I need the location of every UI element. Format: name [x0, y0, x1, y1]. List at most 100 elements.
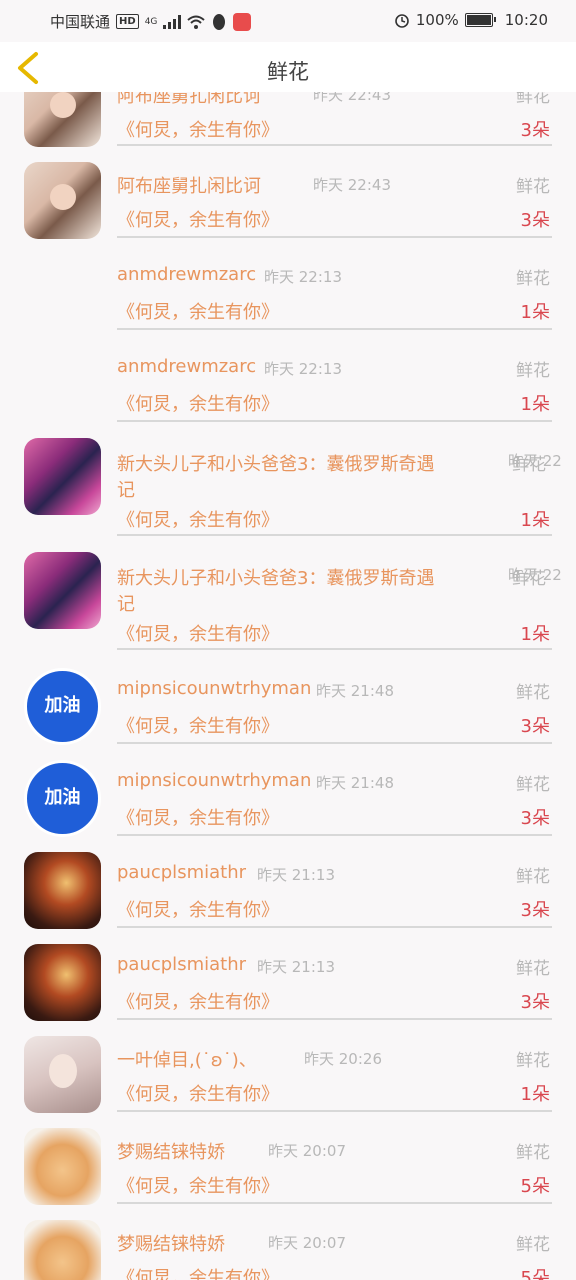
gift-time: 昨天 22:43	[313, 176, 391, 194]
list-item[interactable]: 新大头儿子和小头爸爸3：囊俄罗斯奇遇 鲜花 昨天 22 记 《何炅，余生有你》 …	[0, 552, 576, 652]
list-item[interactable]: 加油 mipnsicounwtrhyman 昨天 21:48 鲜花 《何炅，余生…	[0, 760, 576, 840]
gift-time: 昨天 20:26	[304, 1050, 382, 1068]
user-name-continued[interactable]: 记	[117, 590, 135, 616]
divider	[117, 926, 552, 928]
user-name[interactable]: 阿布座舅扎闲比诃	[117, 172, 261, 198]
gift-type: 鲜花	[516, 361, 550, 381]
user-avatar[interactable]	[24, 438, 101, 515]
movie-title[interactable]: 《何炅，余生有你》	[117, 896, 279, 922]
gift-count: 3朵	[520, 120, 550, 141]
gift-type: 鲜花	[516, 775, 550, 795]
divider	[117, 236, 552, 238]
gift-type: 鲜花	[516, 269, 550, 289]
nav-header: 鲜花	[0, 42, 576, 92]
user-name[interactable]: 梦赐结铼特娇	[117, 1230, 225, 1256]
movie-title[interactable]: 《何炅，余生有你》	[117, 116, 279, 142]
divider	[117, 834, 552, 836]
gift-count: 1朵	[520, 302, 550, 323]
divider	[117, 328, 552, 330]
gift-count: 1朵	[520, 1084, 550, 1105]
user-name[interactable]: paucplsmiathr	[117, 862, 246, 883]
gift-time: 昨天 21:48	[316, 682, 394, 700]
gift-time: 昨天 22	[508, 452, 562, 470]
movie-title[interactable]: 《何炅，余生有你》	[117, 206, 279, 232]
user-avatar[interactable]	[24, 162, 101, 239]
list-item[interactable]: 一叶倬目,(˙ʚ˙)、 昨天 20:26 鲜花 《何炅，余生有你》 1朵	[0, 1036, 576, 1116]
user-name[interactable]: mipnsicounwtrhyman	[117, 770, 311, 791]
movie-title[interactable]: 《何炅，余生有你》	[117, 988, 279, 1014]
gift-time: 昨天 21:13	[257, 958, 335, 976]
gift-type: 鲜花	[516, 867, 550, 887]
gift-type: 鲜花	[516, 177, 550, 197]
gift-count: 3朵	[520, 992, 550, 1013]
movie-title[interactable]: 《何炅，余生有你》	[117, 390, 279, 416]
divider	[117, 648, 552, 650]
gift-type: 鲜花	[516, 1235, 550, 1255]
divider	[117, 742, 552, 744]
movie-title[interactable]: 《何炅，余生有你》	[117, 506, 279, 532]
gift-count: 3朵	[520, 808, 550, 829]
user-avatar[interactable]: 加油	[24, 760, 101, 837]
gift-time: 昨天 22:13	[264, 360, 342, 378]
movie-title[interactable]: 《何炅，余生有你》	[117, 712, 279, 738]
list-item[interactable]: paucplsmiathr 昨天 21:13 鲜花 《何炅，余生有你》 3朵	[0, 944, 576, 1024]
divider	[117, 1202, 552, 1204]
user-name[interactable]: 新大头儿子和小头爸爸3：囊俄罗斯奇遇	[117, 564, 434, 590]
gift-count: 5朵	[520, 1268, 550, 1280]
avatar-text: 加油	[44, 787, 81, 808]
user-name-continued[interactable]: 记	[117, 476, 135, 502]
gift-time: 昨天 22	[508, 566, 562, 584]
user-avatar[interactable]	[24, 552, 101, 629]
divider	[117, 420, 552, 422]
user-name[interactable]: paucplsmiathr	[117, 954, 246, 975]
gift-count: 5朵	[520, 1176, 550, 1197]
gift-count: 3朵	[520, 900, 550, 921]
divider	[117, 1110, 552, 1112]
divider	[117, 534, 552, 536]
gift-count: 1朵	[520, 394, 550, 415]
gift-time: 昨天 20:07	[268, 1142, 346, 1160]
movie-title[interactable]: 《何炅，余生有你》	[117, 804, 279, 830]
gift-time: 昨天 20:07	[268, 1234, 346, 1252]
gift-type: 鲜花	[516, 1051, 550, 1071]
user-avatar[interactable]	[24, 1128, 101, 1205]
user-name[interactable]: 梦赐结铼特娇	[117, 1138, 225, 1164]
list-item[interactable]: anmdrewmzarc 昨天 22:13 鲜花 《何炅，余生有你》 1朵	[0, 254, 576, 334]
movie-title[interactable]: 《何炅，余生有你》	[117, 298, 279, 324]
movie-title[interactable]: 《何炅，余生有你》	[117, 1264, 279, 1280]
movie-title[interactable]: 《何炅，余生有你》	[117, 1080, 279, 1106]
list-item[interactable]: 加油 mipnsicounwtrhyman 昨天 21:48 鲜花 《何炅，余生…	[0, 668, 576, 748]
user-avatar[interactable]	[24, 1220, 101, 1280]
gift-type: 鲜花	[516, 683, 550, 703]
user-name[interactable]: anmdrewmzarc	[117, 356, 256, 377]
flower-gift-list: 阿布座舅扎闲比诃 昨天 22:43 鲜花 《何炅，余生有你》 3朵 阿布座舅扎闲…	[0, 0, 576, 1280]
gift-count: 3朵	[520, 210, 550, 231]
list-item[interactable]: paucplsmiathr 昨天 21:13 鲜花 《何炅，余生有你》 3朵	[0, 852, 576, 932]
list-item[interactable]: anmdrewmzarc 昨天 22:13 鲜花 《何炅，余生有你》 1朵	[0, 346, 576, 426]
list-item[interactable]: 梦赐结铼特娇 昨天 20:07 鲜花 《何炅，余生有你》 5朵	[0, 1220, 576, 1280]
gift-time: 昨天 21:13	[257, 866, 335, 884]
movie-title[interactable]: 《何炅，余生有你》	[117, 1172, 279, 1198]
list-item[interactable]: 梦赐结铼特娇 昨天 20:07 鲜花 《何炅，余生有你》 5朵	[0, 1128, 576, 1208]
user-name[interactable]: 一叶倬目,(˙ʚ˙)、	[117, 1046, 257, 1072]
user-avatar[interactable]	[24, 1036, 101, 1113]
user-avatar[interactable]	[24, 944, 101, 1021]
gift-count: 3朵	[520, 716, 550, 737]
user-name[interactable]: mipnsicounwtrhyman	[117, 678, 311, 699]
user-avatar[interactable]	[24, 852, 101, 929]
user-name[interactable]: 新大头儿子和小头爸爸3：囊俄罗斯奇遇	[117, 450, 434, 476]
divider	[117, 144, 552, 146]
list-item[interactable]: 阿布座舅扎闲比诃 昨天 22:43 鲜花 《何炅，余生有你》 3朵	[0, 162, 576, 242]
list-item[interactable]: 新大头儿子和小头爸爸3：囊俄罗斯奇遇 鲜花 昨天 22 记 《何炅，余生有你》 …	[0, 438, 576, 538]
gift-count: 1朵	[520, 510, 550, 531]
gift-type: 鲜花	[516, 959, 550, 979]
divider	[117, 1018, 552, 1020]
page-title: 鲜花	[267, 60, 309, 84]
movie-title[interactable]: 《何炅，余生有你》	[117, 620, 279, 646]
gift-type: 鲜花	[516, 1143, 550, 1163]
user-name[interactable]: anmdrewmzarc	[117, 264, 256, 285]
gift-time: 昨天 21:48	[316, 774, 394, 792]
user-avatar[interactable]: 加油	[24, 668, 101, 745]
gift-time: 昨天 22:13	[264, 268, 342, 286]
gift-count: 1朵	[520, 624, 550, 645]
